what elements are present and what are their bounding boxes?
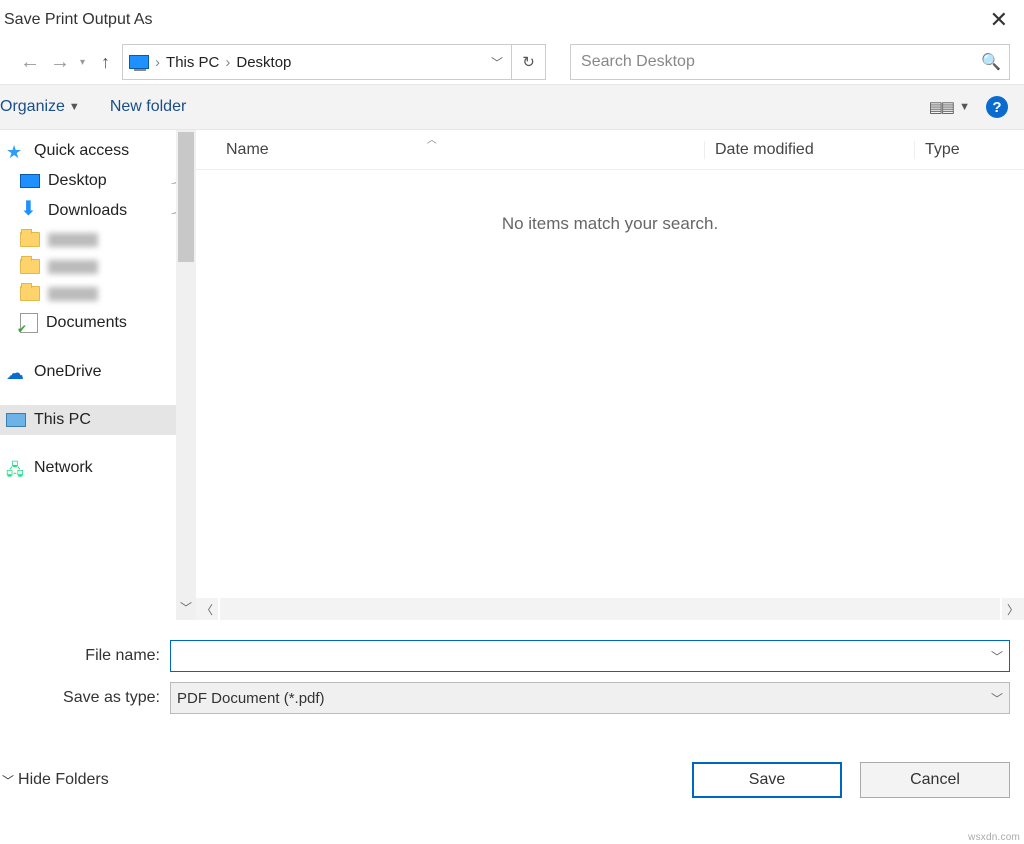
toolbar: Organize ▼ New folder ▤▤ ▼ ? (0, 84, 1024, 130)
sidebar-item-label: Downloads (48, 202, 127, 220)
scrollbar-thumb[interactable] (178, 132, 194, 262)
sidebar-item-quick-access[interactable]: ★ Quick access (0, 136, 196, 166)
sidebar-item-folder[interactable] (0, 280, 196, 307)
close-icon[interactable]: ✕ (980, 7, 1018, 33)
sidebar-item-downloads[interactable]: ⬇ Downloads 📌 (0, 196, 196, 226)
onedrive-icon: ☁ (6, 363, 26, 381)
help-icon[interactable]: ? (986, 96, 1008, 118)
column-header-date[interactable]: Date modified (704, 141, 914, 159)
sidebar-item-documents[interactable]: Documents (0, 307, 196, 339)
sidebar-scrollbar[interactable]: ﹀ (176, 130, 196, 620)
hide-folders-button[interactable]: ﹀ Hide Folders (2, 771, 109, 789)
column-headers: ︿ Name Date modified Type (196, 130, 1024, 170)
breadcrumb-leaf[interactable]: Desktop (236, 54, 291, 71)
new-folder-button[interactable]: New folder (110, 98, 186, 116)
file-list-area: ︿ Name Date modified Type No items match… (196, 130, 1024, 620)
filename-field[interactable]: ﹀ (170, 640, 1010, 672)
sidebar-item-this-pc[interactable]: This PC (0, 405, 196, 435)
desktop-icon (20, 174, 40, 188)
sidebar-item-desktop[interactable]: Desktop 📌 (0, 166, 196, 196)
watermark: wsxdn.com (968, 832, 1020, 843)
folder-icon (20, 286, 40, 301)
empty-message: No items match your search. (196, 214, 1024, 234)
view-options-button[interactable]: ▤▤ ▼ (929, 98, 970, 116)
sidebar-item-label: This PC (34, 411, 91, 429)
scroll-left-icon[interactable]: 〈 (196, 598, 218, 620)
save-as-type-label: Save as type: (40, 689, 170, 707)
chevron-down-icon: ▼ (959, 101, 970, 113)
breadcrumb-root[interactable]: This PC (166, 54, 219, 71)
chevron-icon: ﹀ (2, 772, 14, 789)
footer: ﹀ Hide Folders Save Cancel (0, 734, 1024, 798)
sidebar: ★ Quick access Desktop 📌 ⬇ Downloads 📌 D (0, 130, 196, 620)
sidebar-item-folder[interactable] (0, 226, 196, 253)
sidebar-item-folder[interactable] (0, 253, 196, 280)
address-dropdown-icon[interactable]: ﹀ (483, 54, 511, 71)
back-icon[interactable]: ← (20, 51, 40, 74)
save-as-type-select[interactable]: PDF Document (*.pdf) ﹀ (170, 682, 1010, 714)
sidebar-item-label: OneDrive (34, 363, 102, 381)
sidebar-item-label: Quick access (34, 142, 129, 160)
chevron-down-icon: ▼ (69, 101, 80, 113)
nav-bar: ← → ▾ ↑ › This PC › Desktop ﹀ ↻ 🔍 (0, 40, 1024, 84)
save-as-type-value: PDF Document (*.pdf) (177, 690, 985, 707)
sidebar-item-label: Desktop (48, 172, 107, 190)
title-bar: Save Print Output As ✕ (0, 0, 1024, 40)
sort-indicator-icon: ︿ (427, 131, 437, 146)
sidebar-item-network[interactable]: 🖧 Network (0, 453, 196, 483)
folder-icon (20, 259, 40, 274)
form-area: File name: ﹀ Save as type: PDF Document … (0, 620, 1024, 734)
downloads-icon: ⬇ (20, 202, 40, 220)
organize-button[interactable]: Organize ▼ (0, 98, 80, 116)
chevron-right-icon[interactable]: › (153, 54, 162, 71)
sidebar-item-label: Documents (46, 314, 127, 332)
refresh-icon[interactable]: ↻ (511, 45, 545, 79)
star-icon: ★ (6, 142, 26, 160)
up-icon[interactable]: ↑ (101, 52, 110, 73)
organize-label: Organize (0, 98, 65, 116)
cancel-button[interactable]: Cancel (860, 762, 1010, 798)
scroll-right-icon[interactable]: 〉 (1002, 598, 1024, 620)
column-header-type[interactable]: Type (914, 141, 1024, 159)
address-bar[interactable]: › This PC › Desktop ﹀ ↻ (122, 44, 546, 80)
sidebar-item-label: Network (34, 459, 93, 477)
search-box[interactable]: 🔍 (570, 44, 1010, 80)
horizontal-scrollbar[interactable]: 〈 〉 (196, 598, 1024, 620)
network-icon: 🖧 (6, 459, 26, 477)
sidebar-item-label (48, 287, 98, 301)
scroll-down-icon[interactable]: ﹀ (180, 595, 192, 620)
list-view-icon: ▤▤ (929, 98, 953, 116)
filename-input[interactable] (177, 647, 985, 666)
filename-label: File name: (40, 647, 170, 665)
sidebar-item-onedrive[interactable]: ☁ OneDrive (0, 357, 196, 387)
body-content: ★ Quick access Desktop 📌 ⬇ Downloads 📌 D (0, 130, 1024, 620)
search-icon[interactable]: 🔍 (981, 52, 1001, 72)
column-header-name[interactable]: ︿ Name (226, 141, 704, 159)
history-dropdown-icon[interactable]: ▾ (80, 57, 85, 68)
scrollbar-track[interactable] (220, 598, 1000, 620)
documents-icon (20, 313, 38, 333)
window-title: Save Print Output As (4, 11, 153, 29)
save-button[interactable]: Save (692, 762, 842, 798)
folder-icon (20, 232, 40, 247)
chevron-down-icon[interactable]: ﹀ (985, 648, 1003, 665)
chevron-down-icon[interactable]: ﹀ (985, 690, 1003, 707)
sidebar-item-label (48, 233, 98, 247)
forward-icon[interactable]: → (50, 51, 70, 74)
nav-arrows: ← → ▾ ↑ (20, 51, 112, 74)
search-input[interactable] (579, 52, 981, 72)
thispc-icon (6, 413, 26, 427)
chevron-right-icon[interactable]: › (223, 54, 232, 71)
thispc-icon (129, 55, 149, 69)
sidebar-item-label (48, 260, 98, 274)
